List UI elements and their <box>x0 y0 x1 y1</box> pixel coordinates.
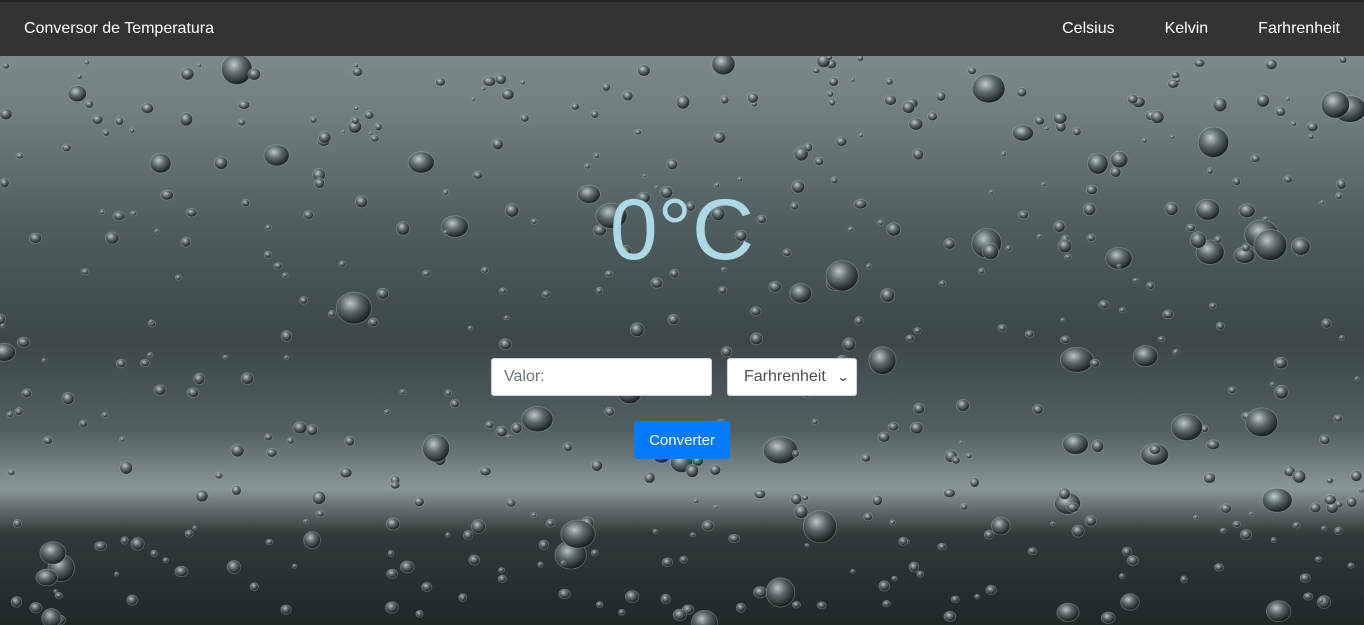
convert-button[interactable]: Converter <box>634 421 730 459</box>
nav-link-kelvin[interactable]: Kelvin <box>1165 20 1209 38</box>
nav-link-farhrenheit[interactable]: Farhrenheit <box>1258 20 1340 38</box>
raindrops-background-image <box>0 56 1364 625</box>
brand-title[interactable]: Conversor de Temperatura <box>24 20 214 38</box>
nav-links: Celsius Kelvin Farhrenheit <box>1012 20 1340 38</box>
nav-link-celsius[interactable]: Celsius <box>1062 20 1114 38</box>
navbar: Conversor de Temperatura Celsius Kelvin … <box>0 0 1364 56</box>
temperature-display: 0°C <box>609 182 755 278</box>
chevron-down-icon: ⌄ <box>836 370 850 384</box>
unit-select[interactable]: Farhrenheit ⌄ <box>727 358 857 396</box>
unit-select-value: Farhrenheit <box>744 368 826 385</box>
value-input[interactable] <box>491 358 712 396</box>
hero-background: 0°C Farhrenheit ⌄ Converter <box>0 56 1364 625</box>
